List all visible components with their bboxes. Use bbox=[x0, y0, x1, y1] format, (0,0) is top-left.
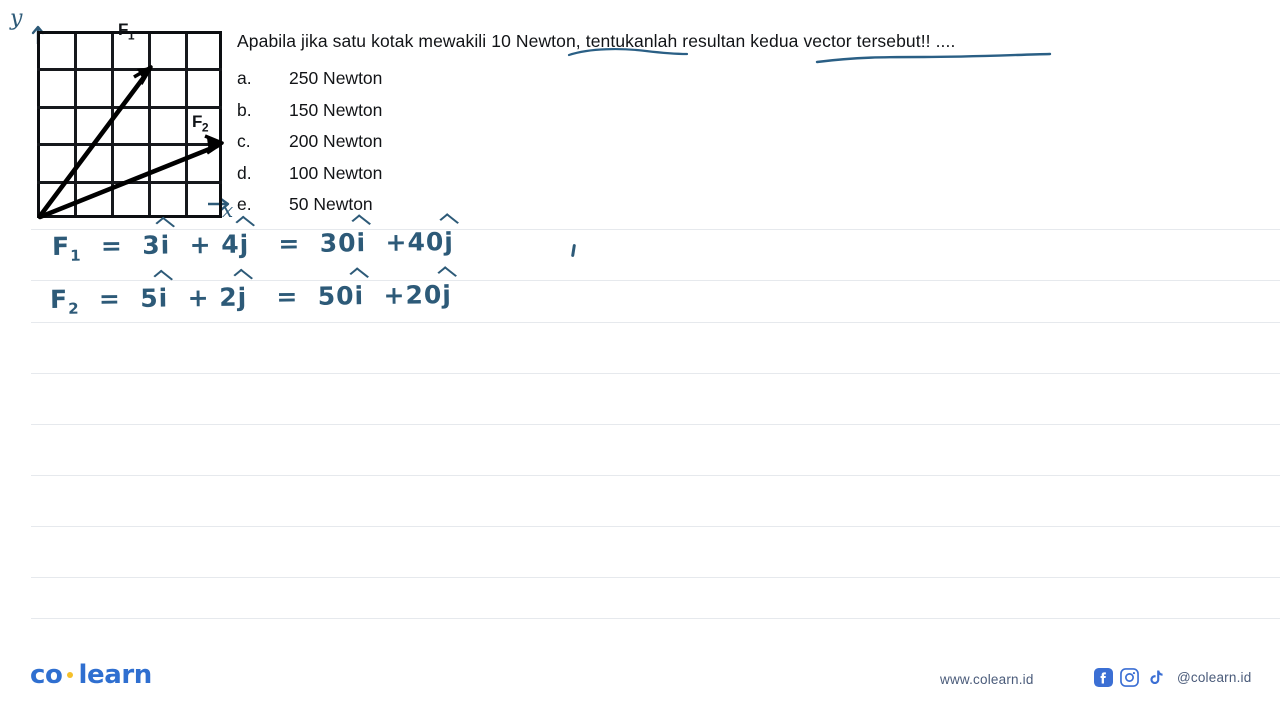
hw-i-hat-icon: i bbox=[354, 281, 365, 311]
vector-f2-label: F2 bbox=[192, 112, 209, 135]
instagram-icon[interactable] bbox=[1120, 668, 1139, 687]
option-e-text: 50 Newton bbox=[289, 194, 373, 214]
hw-f2-j-coeff: 2 bbox=[219, 282, 238, 312]
hw-j-hat-icon: j bbox=[239, 229, 250, 259]
hw-f2-lhs-sub: 2 bbox=[68, 299, 80, 318]
rule-line bbox=[31, 322, 1280, 323]
hw-j-hat-icon: j bbox=[237, 282, 248, 312]
site-url-text: www.colearn.id bbox=[940, 672, 1034, 687]
rule-line bbox=[31, 280, 1280, 281]
hw-f2-j-newton: 20 bbox=[405, 280, 443, 310]
handwritten-equation-f2: F2 = 5i + 2j = 50i +20j bbox=[49, 280, 453, 318]
vector-grid-diagram: y x F1 F2 bbox=[0, 0, 260, 232]
handwritten-equation-f1: F1 = 3i + 4j = 30i +40j bbox=[51, 227, 455, 265]
rule-line bbox=[31, 618, 1280, 619]
underline-mark-tentukanlah bbox=[815, 52, 1052, 64]
option-b[interactable]: b. 150 Newton bbox=[237, 100, 382, 132]
rule-line bbox=[31, 577, 1280, 578]
social-handle-text: @colearn.id bbox=[1177, 670, 1252, 685]
option-b-letter: b. bbox=[237, 99, 252, 120]
option-b-text: 150 Newton bbox=[289, 99, 383, 120]
answer-options-list: a. 250 Newton b. 150 Newton c. 200 Newto… bbox=[237, 68, 382, 226]
hw-f1-i-coeff: 3 bbox=[142, 230, 161, 260]
rule-line bbox=[31, 424, 1280, 425]
hw-i-hat-icon: i bbox=[158, 283, 169, 313]
hw-f2-i-coeff: 5 bbox=[140, 283, 159, 313]
hw-f1-j-newton: 40 bbox=[407, 227, 445, 257]
option-c-text: 200 Newton bbox=[289, 131, 383, 151]
rule-line bbox=[31, 526, 1280, 527]
hw-i-hat-icon: i bbox=[160, 230, 171, 260]
underline-mark-ten-newton bbox=[567, 48, 689, 57]
option-a-letter: a. bbox=[237, 68, 252, 88]
colearn-logo: co learn bbox=[30, 660, 152, 690]
vector-f1-label: F1 bbox=[118, 20, 135, 43]
option-a-text: 250 Newton bbox=[289, 68, 383, 88]
hw-j-hat-icon: j bbox=[444, 227, 455, 257]
vector-f1-name: F bbox=[118, 20, 128, 39]
hw-f1-i-newton: 30 bbox=[319, 228, 357, 258]
option-c-letter: c. bbox=[237, 131, 251, 151]
rule-line bbox=[31, 373, 1280, 374]
hw-f1-lhs-sub: 1 bbox=[70, 246, 82, 265]
logo-text-co: co bbox=[30, 660, 63, 690]
hw-f2-i-newton: 50 bbox=[317, 281, 355, 311]
logo-dot-icon bbox=[67, 672, 74, 678]
vector-f1-subscript: 1 bbox=[127, 28, 135, 43]
option-e-letter: e. bbox=[237, 194, 252, 214]
worksheet-page: y x F1 F2 Apabila jika satu kotak mewaki… bbox=[0, 0, 1280, 720]
hw-i-hat-icon: i bbox=[356, 228, 367, 258]
option-d-letter: d. bbox=[237, 162, 252, 183]
hw-j-hat-icon: j bbox=[442, 280, 453, 310]
page-footer: co learn www.colearn.id @colearn.id bbox=[0, 648, 1280, 720]
tiktok-icon[interactable] bbox=[1146, 668, 1165, 687]
hw-f1-lhs: F bbox=[51, 231, 71, 261]
logo-text-learn: learn bbox=[78, 660, 152, 690]
vector-f2-name: F bbox=[192, 112, 202, 131]
hw-f1-j-coeff: 4 bbox=[221, 229, 240, 259]
rule-line bbox=[31, 475, 1280, 476]
handwritten-tick-mark bbox=[571, 243, 576, 258]
option-c[interactable]: c. 200 Newton bbox=[237, 131, 382, 163]
option-d[interactable]: d. 100 Newton bbox=[237, 163, 382, 195]
option-d-text: 100 Newton bbox=[289, 162, 383, 183]
option-a[interactable]: a. 250 Newton bbox=[237, 68, 382, 100]
facebook-icon[interactable] bbox=[1094, 668, 1113, 687]
y-axis-label: y bbox=[10, 6, 23, 31]
social-links: @colearn.id bbox=[1094, 668, 1251, 687]
vector-f2-subscript: 2 bbox=[201, 120, 209, 135]
hw-f2-lhs: F bbox=[49, 284, 69, 314]
